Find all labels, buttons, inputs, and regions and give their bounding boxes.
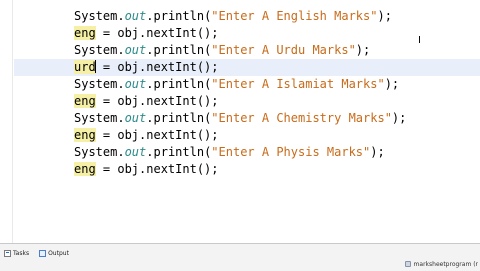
assignment-expression: = obj.nextInt(); [95, 60, 219, 74]
class-name: System. [74, 43, 125, 57]
bottom-bar: Tasks Output marksheetprogram (r [0, 243, 480, 271]
code-line[interactable]: System.out.println("Enter A Chemistry Ma… [14, 110, 480, 127]
statement-end: ); [377, 9, 392, 23]
variable-name: eng [74, 26, 96, 40]
editor-gutter[interactable] [0, 0, 13, 243]
class-name: System. [74, 9, 125, 23]
code-line[interactable]: System.out.println("Enter A Physis Marks… [14, 144, 480, 161]
code-text: eng = obj.nextInt(); [74, 25, 219, 42]
statement-end: ); [391, 111, 407, 125]
string-literal: "Enter A Islamiat Marks" [211, 77, 385, 91]
variable-name: urd [74, 60, 96, 74]
statement-end: ); [370, 145, 385, 159]
code-line[interactable]: urd = obj.nextInt(); [14, 59, 480, 76]
code-text: System.out.println("Enter A Urdu Marks")… [74, 42, 370, 59]
tab-tasks-label: Tasks [13, 250, 30, 257]
code-text: eng = obj.nextInt(); [74, 93, 219, 110]
string-literal: "Enter A Urdu Marks" [211, 43, 356, 57]
method-call: .println( [146, 111, 212, 125]
code-line[interactable]: eng = obj.nextInt(); [14, 161, 480, 178]
out-field: out [124, 77, 147, 91]
output-icon [39, 250, 47, 257]
code-text: urd = obj.nextInt(); [74, 59, 219, 76]
variable-name: eng [74, 162, 96, 176]
tasks-icon [4, 250, 11, 257]
method-call: .println( [146, 145, 212, 159]
statement-end: ); [384, 77, 400, 91]
string-literal: "Enter A English Marks" [211, 9, 378, 23]
assignment-expression: = obj.nextInt(); [95, 128, 219, 142]
code-text: eng = obj.nextInt(); [74, 127, 219, 144]
code-line[interactable]: eng = obj.nextInt(); [14, 93, 480, 110]
variable-name: eng [74, 94, 96, 108]
code-text: System.out.println("Enter A Chemistry Ma… [74, 110, 406, 127]
out-field: out [124, 9, 147, 23]
method-call: .println( [146, 77, 212, 91]
out-field: out [124, 145, 147, 159]
bottom-tabs: Tasks Output [2, 248, 71, 260]
class-name: System. [74, 145, 125, 159]
code-line[interactable]: System.out.println("Enter A Islamiat Mar… [14, 76, 480, 93]
string-literal: "Enter A Chemistry Marks" [211, 111, 392, 125]
class-name: System. [74, 77, 125, 91]
variable-name: eng [74, 128, 96, 142]
method-call: .println( [146, 43, 212, 57]
method-call: .println( [146, 9, 212, 23]
out-field: out [124, 111, 147, 125]
assignment-expression: = obj.nextInt(); [95, 26, 219, 40]
code-line[interactable]: eng = obj.nextInt(); [14, 127, 480, 144]
code-line[interactable]: eng = obj.nextInt(); [14, 25, 480, 42]
string-literal: "Enter A Physis Marks" [211, 145, 371, 159]
tab-output-label: Output [48, 250, 69, 257]
class-name: System. [74, 111, 125, 125]
code-text: System.out.println("Enter A Physis Marks… [74, 144, 385, 161]
statement-end: ); [355, 43, 371, 57]
tab-tasks[interactable]: Tasks [2, 248, 31, 259]
ibeam-cursor-icon: I [418, 35, 421, 46]
code-text: System.out.println("Enter A Islamiat Mar… [74, 76, 399, 93]
code-text: System.out.println("Enter A English Mark… [74, 8, 392, 25]
assignment-expression: = obj.nextInt(); [95, 94, 219, 108]
code-line[interactable]: System.out.println("Enter A Urdu Marks")… [14, 42, 480, 59]
status-text: marksheetprogram (r [413, 260, 478, 268]
code-line[interactable]: System.out.println("Enter A English Mark… [14, 8, 480, 25]
out-field: out [124, 43, 147, 57]
project-status-icon [404, 261, 411, 267]
assignment-expression: = obj.nextInt(); [95, 162, 219, 176]
code-text: eng = obj.nextInt(); [74, 161, 219, 178]
tab-output[interactable]: Output [37, 248, 71, 259]
code-editor[interactable]: System.out.println("Enter A English Mark… [0, 0, 480, 243]
status-bar[interactable]: marksheetprogram (r [404, 258, 480, 270]
